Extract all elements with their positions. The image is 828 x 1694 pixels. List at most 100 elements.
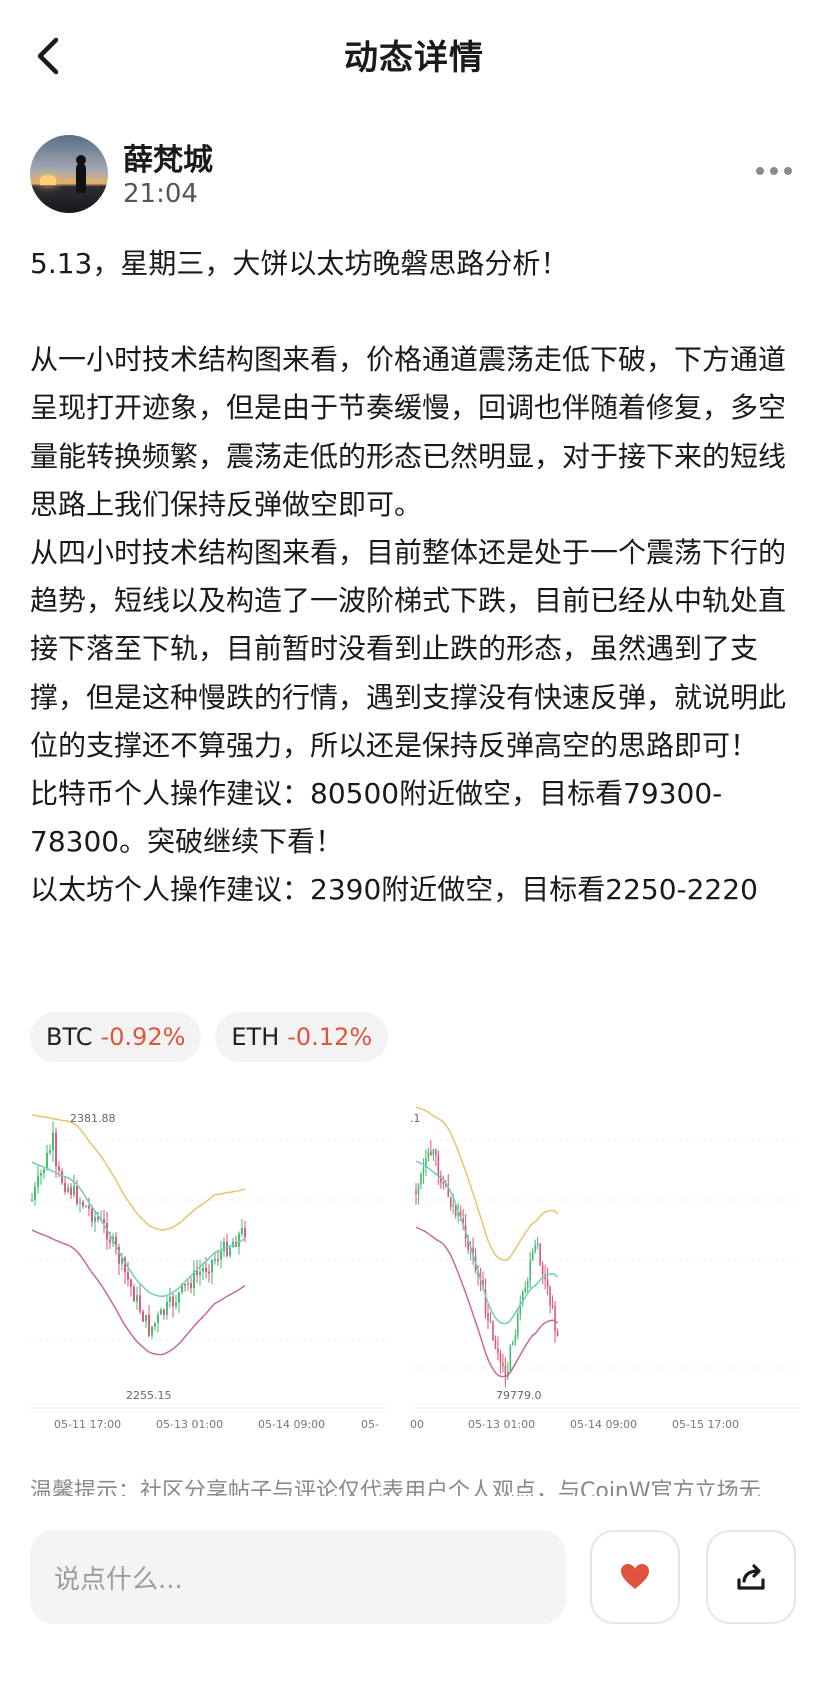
share-button[interactable] bbox=[706, 1530, 796, 1624]
candle-body bbox=[534, 1244, 536, 1252]
candle-body bbox=[46, 1152, 48, 1170]
author-row: 薛梵城 21:04 bbox=[30, 135, 800, 215]
coin-change: -0.92% bbox=[100, 1023, 186, 1051]
coin-symbol: ETH bbox=[231, 1023, 280, 1051]
candlestick-chart: .1 79779.0 00 05-13 01:00 05-14 09:00 05… bbox=[410, 1106, 800, 1431]
like-button[interactable] bbox=[590, 1530, 680, 1624]
candle-body bbox=[516, 1314, 519, 1336]
candle-body bbox=[244, 1228, 246, 1238]
candle-body bbox=[549, 1287, 551, 1306]
candle-body bbox=[238, 1233, 240, 1247]
candle-body bbox=[64, 1182, 66, 1192]
candle-body bbox=[229, 1247, 231, 1256]
candle-body bbox=[205, 1267, 207, 1272]
candle-body bbox=[43, 1169, 45, 1174]
candle-body bbox=[502, 1362, 504, 1367]
candle-body bbox=[196, 1271, 198, 1276]
candle-body bbox=[526, 1280, 529, 1288]
coin-tag-btc[interactable]: BTC -0.92% bbox=[30, 1012, 202, 1062]
post-content: 5.13，星期三，大饼以太坊晚磐思路分析！ 从一小时技术结构图来看，价格通道震荡… bbox=[30, 240, 800, 915]
candle-body bbox=[136, 1295, 138, 1302]
candle-body bbox=[437, 1155, 440, 1176]
candle-body bbox=[61, 1170, 63, 1183]
candle-body bbox=[420, 1173, 422, 1185]
candle-body bbox=[554, 1305, 556, 1332]
more-options-button[interactable] bbox=[756, 161, 800, 181]
candle-body bbox=[531, 1251, 534, 1261]
candle-body bbox=[514, 1335, 517, 1343]
candle-body bbox=[142, 1311, 144, 1322]
candle-body bbox=[499, 1353, 502, 1363]
candle-body bbox=[178, 1292, 180, 1303]
candle-body bbox=[449, 1197, 452, 1207]
candle-body bbox=[37, 1175, 39, 1187]
post-paragraph: 从四小时技术结构图来看，目前整体还是处于一个震荡下行的趋势，短线以及构造了一波阶… bbox=[30, 536, 787, 762]
candle-body bbox=[160, 1309, 162, 1315]
candle-body bbox=[148, 1315, 150, 1336]
candle-body bbox=[67, 1187, 69, 1192]
chart-x-tick: 05- bbox=[361, 1418, 379, 1431]
candle-body bbox=[435, 1149, 437, 1156]
candle-body bbox=[492, 1321, 494, 1341]
candle-body bbox=[529, 1260, 532, 1281]
candle-body bbox=[151, 1326, 153, 1336]
candle-body bbox=[127, 1272, 129, 1280]
bottom-action-bar: 说点什么... bbox=[0, 1510, 828, 1694]
candle-body bbox=[55, 1132, 57, 1167]
candle-body bbox=[184, 1283, 186, 1286]
candle-body bbox=[34, 1186, 36, 1200]
candle-body bbox=[82, 1201, 84, 1207]
chart-high-label: 2381.88 bbox=[70, 1112, 116, 1125]
candle-body bbox=[556, 1331, 559, 1337]
top-nav-bar: 动态详情 bbox=[0, 0, 828, 110]
candle-body bbox=[163, 1309, 165, 1315]
candle-body bbox=[169, 1296, 171, 1303]
heart-icon bbox=[621, 1564, 649, 1589]
chart-x-tick: 05-14 09:00 bbox=[570, 1418, 637, 1431]
chart-high-label: .1 bbox=[410, 1112, 421, 1125]
candle-body bbox=[487, 1312, 489, 1322]
candle-body bbox=[187, 1283, 189, 1285]
chart-low-label: 2255.15 bbox=[126, 1389, 172, 1402]
comment-input[interactable]: 说点什么... bbox=[30, 1530, 566, 1624]
candle-body bbox=[31, 1199, 33, 1202]
candle-body bbox=[541, 1264, 544, 1275]
post-paragraph: 5.13，星期三，大饼以太坊晚磐思路分析！ bbox=[30, 247, 569, 280]
chart-x-tick: 05-15 17:00 bbox=[672, 1418, 739, 1431]
share-icon bbox=[737, 1564, 765, 1590]
candle-body bbox=[432, 1149, 435, 1156]
post-paragraph: 以太坊个人操作建议：2390附近做空，目标看2250-2220 bbox=[30, 873, 758, 907]
candle-body bbox=[130, 1279, 132, 1287]
avatar[interactable] bbox=[30, 135, 108, 213]
candle-body bbox=[166, 1302, 168, 1315]
chart-x-tick: 05-14 09:00 bbox=[258, 1418, 325, 1431]
candle-body bbox=[524, 1287, 527, 1292]
candle-body bbox=[226, 1241, 228, 1256]
candle-body bbox=[452, 1204, 455, 1207]
coin-tag-eth[interactable]: ETH -0.12% bbox=[215, 1012, 389, 1062]
candle-body bbox=[79, 1201, 81, 1204]
candle-body bbox=[202, 1267, 204, 1272]
candle-body bbox=[220, 1251, 222, 1260]
candle-body bbox=[211, 1259, 213, 1273]
candle-body bbox=[415, 1190, 417, 1195]
post-time: 21:04 bbox=[123, 179, 198, 209]
candle-body bbox=[58, 1166, 60, 1171]
candle-body bbox=[76, 1185, 78, 1204]
chart-x-tick: 05-13 01:00 bbox=[468, 1418, 535, 1431]
candle-body bbox=[494, 1340, 497, 1349]
candle-body bbox=[157, 1314, 159, 1323]
chart-image-btc[interactable]: .1 79779.0 00 05-13 01:00 05-14 09:00 05… bbox=[410, 1080, 800, 1460]
candle-body bbox=[190, 1283, 192, 1289]
candle-body bbox=[551, 1305, 554, 1307]
chart-image-eth[interactable]: 2381.88 2255.15 05-11 17:00 05-13 01:00 … bbox=[28, 1080, 408, 1460]
candle-body bbox=[208, 1271, 210, 1274]
candle-body bbox=[91, 1208, 93, 1222]
candle-body bbox=[73, 1185, 75, 1195]
candle-body bbox=[223, 1241, 225, 1252]
coin-change: -0.12% bbox=[287, 1023, 373, 1051]
author-name[interactable]: 薛梵城 bbox=[123, 135, 213, 179]
candle-body bbox=[199, 1271, 201, 1276]
chart-x-tick: 05-13 01:00 bbox=[156, 1418, 223, 1431]
disclaimer-notice: 温馨提示：社区分享帖子与评论仅代表用户个人观点，与CoinW官方立场无 bbox=[30, 1479, 761, 1496]
